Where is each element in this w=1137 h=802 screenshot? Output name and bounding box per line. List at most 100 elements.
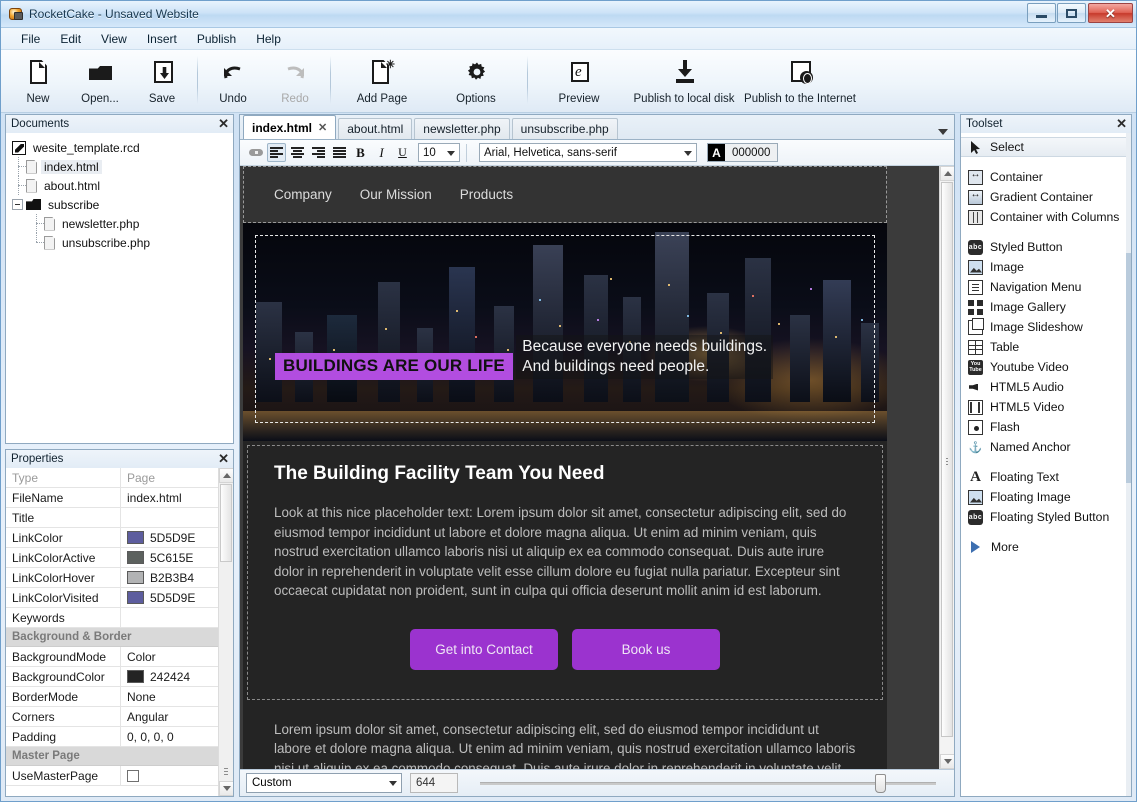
tool-html5-video[interactable]: HTML5 Video [961, 397, 1131, 417]
hero-text-block[interactable]: BUILDINGS ARE OUR LIFE Because everyone … [275, 327, 773, 380]
tree-item-about[interactable]: about.html [12, 176, 229, 195]
property-row-keywords[interactable]: Keywords [6, 608, 233, 628]
tool-gradient-container[interactable]: Gradient Container [961, 187, 1131, 207]
color-swatch[interactable] [127, 670, 144, 683]
property-row-backgroundmode[interactable]: BackgroundMode Color [6, 647, 233, 667]
property-row-backgroundcolor[interactable]: BackgroundColor 242424 [6, 667, 233, 687]
tool-table[interactable]: Table [961, 337, 1131, 357]
nav-link-our-mission[interactable]: Our Mission [360, 187, 432, 202]
font-family-select[interactable]: Arial, Helvetica, sans-serif [479, 143, 697, 162]
canvas-vertical-scrollbar[interactable] [939, 166, 954, 769]
menu-help[interactable]: Help [246, 30, 291, 48]
align-justify-button[interactable] [330, 143, 349, 162]
cta-button-book[interactable]: Book us [572, 629, 720, 670]
color-swatch[interactable] [127, 531, 144, 544]
properties-scrollbar[interactable] [218, 468, 233, 796]
align-right-button[interactable] [309, 143, 328, 162]
menu-view[interactable]: View [91, 30, 137, 48]
preview-button[interactable]: e Preview [532, 54, 626, 110]
usemasterpage-checkbox[interactable] [127, 770, 139, 782]
viewport-preset-select[interactable]: Custom [246, 773, 402, 793]
tool-floating-image[interactable]: Floating Image [961, 487, 1131, 507]
color-swatch[interactable] [127, 571, 144, 584]
cta-button-contact[interactable]: Get into Contact [410, 629, 558, 670]
documents-close-icon[interactable]: ✕ [218, 118, 229, 130]
tool-flash[interactable]: Flash [961, 417, 1131, 437]
tool-more[interactable]: More [961, 537, 1131, 557]
close-button[interactable]: ✕ [1088, 3, 1133, 23]
menu-file[interactable]: File [11, 30, 50, 48]
tree-item-subscribe[interactable]: subscribe [12, 195, 229, 214]
property-row-filename[interactable]: FileName index.html [6, 488, 233, 508]
color-swatch[interactable] [127, 591, 144, 604]
options-button[interactable]: Options [429, 54, 523, 110]
save-button[interactable]: Save [131, 54, 193, 110]
menu-edit[interactable]: Edit [50, 30, 91, 48]
viewport-width-field[interactable]: 644 [410, 773, 458, 793]
align-center-button[interactable] [288, 143, 307, 162]
menu-publish[interactable]: Publish [187, 30, 246, 48]
property-row-corners[interactable]: Corners Angular [6, 707, 233, 727]
tool-image[interactable]: Image [961, 257, 1131, 277]
tree-item-index[interactable]: index.html [12, 157, 229, 176]
nav-link-products[interactable]: Products [460, 187, 513, 202]
property-row-title[interactable]: Title [6, 508, 233, 528]
insert-link-button[interactable] [246, 143, 265, 162]
property-row-linkcolorhover[interactable]: LinkColorHover B2B3B4 [6, 568, 233, 588]
tool-image-gallery[interactable]: Image Gallery [961, 297, 1131, 317]
property-row-usemasterpage[interactable]: UseMasterPage [6, 766, 233, 786]
scroll-up-icon[interactable] [940, 166, 954, 181]
open-button[interactable]: Open... [69, 54, 131, 110]
tool-youtube-video[interactable]: YouTube Youtube Video [961, 357, 1131, 377]
content-section[interactable]: The Building Facility Team You Need Look… [243, 441, 887, 704]
property-row-bordermode[interactable]: BorderMode None [6, 687, 233, 707]
align-left-button[interactable] [267, 143, 286, 162]
bold-button[interactable]: B [351, 143, 370, 162]
menu-insert[interactable]: Insert [137, 30, 187, 48]
redo-button[interactable]: Redo [264, 54, 326, 110]
publish-local-button[interactable]: Publish to local disk [626, 54, 742, 110]
add-page-button[interactable]: ✳ Add Page [335, 54, 429, 110]
tool-navigation-menu[interactable]: Navigation Menu [961, 277, 1131, 297]
scroll-down-icon[interactable] [940, 754, 954, 769]
property-row-linkcolor[interactable]: LinkColor 5D5D9E [6, 528, 233, 548]
tree-item-unsubscribe[interactable]: unsubscribe.php [12, 233, 229, 252]
color-swatch[interactable] [127, 551, 144, 564]
content-section-2[interactable]: Lorem ipsum dolor sit amet, consectetur … [243, 704, 887, 770]
italic-button[interactable]: I [372, 143, 391, 162]
undo-button[interactable]: Undo [202, 54, 264, 110]
tool-container-columns[interactable]: Container with Columns [961, 207, 1131, 227]
font-size-select[interactable]: 10 [418, 143, 460, 162]
property-row-padding[interactable]: Padding 0, 0, 0, 0 [6, 727, 233, 747]
publish-internet-button[interactable]: Publish to the Internet [742, 54, 858, 110]
canvas-scroll-thumb[interactable] [941, 182, 953, 737]
tool-floating-styled-button[interactable]: abc Floating Styled Button [961, 507, 1131, 527]
minimize-button[interactable] [1027, 3, 1056, 23]
tree-item-project[interactable]: wesite_template.rcd [12, 138, 229, 157]
new-button[interactable]: New [7, 54, 69, 110]
tab-newsletter-php[interactable]: newsletter.php [414, 118, 509, 139]
tool-html5-audio[interactable]: HTML5 Audio [961, 377, 1131, 397]
tab-about-html[interactable]: about.html [338, 118, 412, 139]
properties-scroll-thumb[interactable] [220, 484, 232, 562]
tool-floating-text[interactable]: A Floating Text [961, 467, 1131, 487]
tool-named-anchor[interactable]: ⚓ Named Anchor [961, 437, 1131, 457]
site-navigation-container[interactable]: Company Our Mission Products [243, 166, 887, 223]
viewport-width-slider[interactable] [480, 773, 936, 793]
slider-thumb[interactable] [875, 774, 886, 793]
text-color-button[interactable]: A 000000 [707, 143, 778, 162]
tab-index-html[interactable]: index.html ✕ [243, 115, 336, 139]
tool-styled-button[interactable]: abc Styled Button [961, 237, 1131, 257]
tool-image-slideshow[interactable]: Image Slideshow [961, 317, 1131, 337]
maximize-button[interactable] [1057, 3, 1086, 23]
toolset-scrollbar[interactable] [1126, 133, 1131, 796]
tree-collapse-icon[interactable] [12, 199, 23, 210]
tool-select[interactable]: Select [961, 137, 1131, 157]
nav-link-company[interactable]: Company [274, 187, 332, 202]
properties-close-icon[interactable]: ✕ [218, 453, 229, 465]
property-row-linkcoloractive[interactable]: LinkColorActive 5C615E [6, 548, 233, 568]
hero-image-container[interactable]: BUILDINGS ARE OUR LIFE Because everyone … [243, 223, 887, 441]
scroll-down-icon[interactable] [219, 781, 233, 796]
toolset-close-icon[interactable]: ✕ [1116, 118, 1127, 130]
tab-overflow-chevron-down-icon[interactable] [938, 129, 948, 135]
